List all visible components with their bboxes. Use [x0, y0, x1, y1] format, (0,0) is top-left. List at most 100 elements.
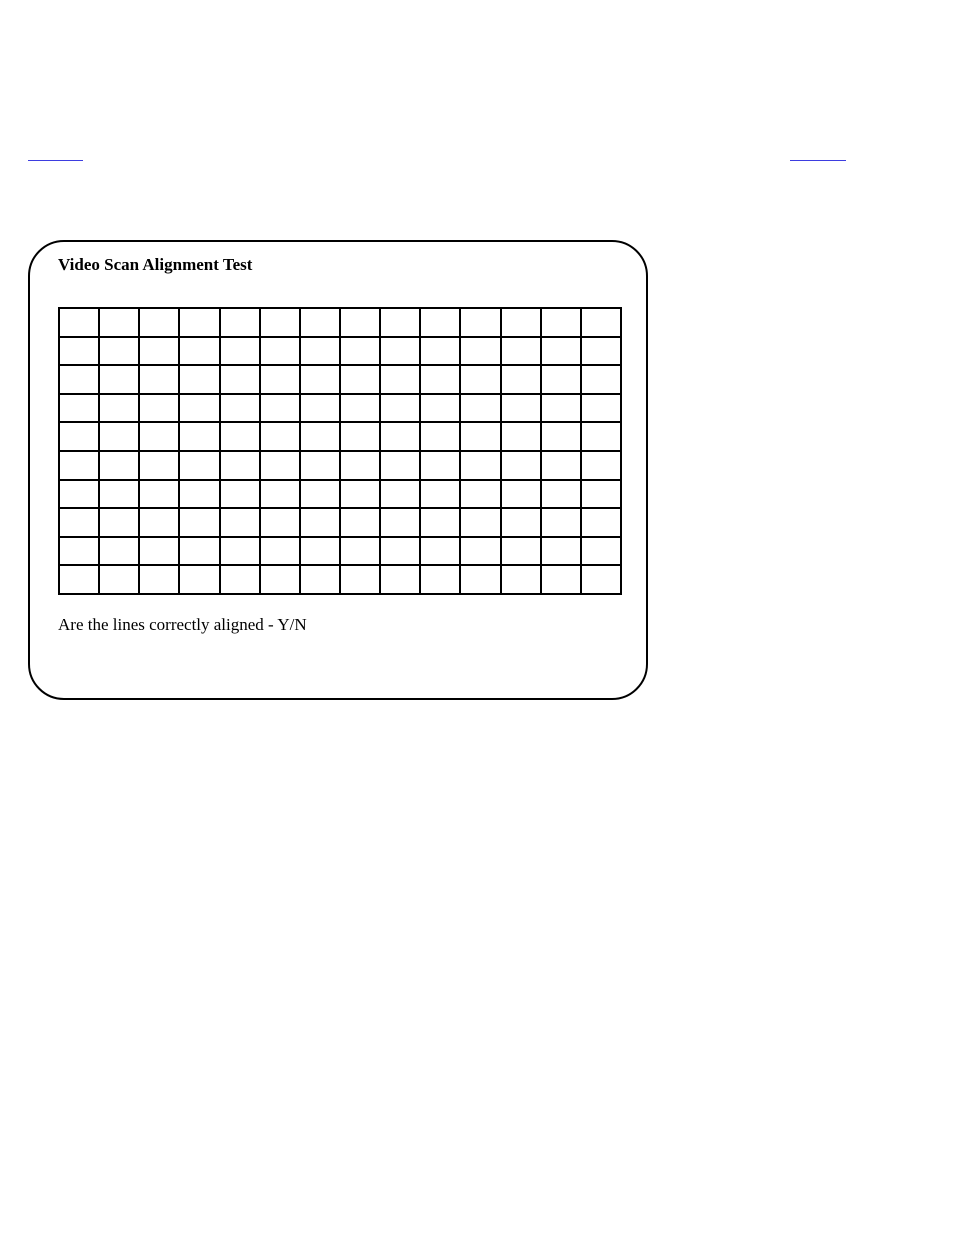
- grid-cell: [459, 538, 499, 565]
- grid-cell: [500, 452, 540, 479]
- grid-row: [60, 364, 620, 393]
- grid-cell: [60, 366, 98, 393]
- grid-cell: [138, 481, 178, 508]
- grid-row: [60, 336, 620, 365]
- grid-cell: [540, 481, 580, 508]
- grid-cell: [459, 423, 499, 450]
- grid-cell: [178, 481, 218, 508]
- grid-row: [60, 507, 620, 536]
- grid-cell: [299, 395, 339, 422]
- grid-cell: [259, 509, 299, 536]
- grid-cell: [178, 423, 218, 450]
- grid-cell: [580, 395, 620, 422]
- grid-cell: [299, 538, 339, 565]
- grid-cell: [259, 423, 299, 450]
- grid-cell: [178, 309, 218, 336]
- grid-cell: [580, 309, 620, 336]
- grid-cell: [60, 509, 98, 536]
- grid-cell: [98, 309, 138, 336]
- grid-cell: [259, 338, 299, 365]
- grid-cell: [459, 309, 499, 336]
- grid-cell: [299, 452, 339, 479]
- grid-cell: [459, 395, 499, 422]
- grid-cell: [500, 481, 540, 508]
- grid-cell: [339, 481, 379, 508]
- grid-cell: [219, 395, 259, 422]
- alignment-test-panel: Video Scan Alignment Test Are the lines …: [28, 240, 648, 700]
- grid-cell: [540, 366, 580, 393]
- grid-cell: [138, 566, 178, 593]
- grid-cell: [138, 395, 178, 422]
- grid-cell: [138, 338, 178, 365]
- grid-cell: [580, 566, 620, 593]
- grid-cell: [339, 566, 379, 593]
- grid-cell: [580, 452, 620, 479]
- top-left-link-underline[interactable]: [28, 160, 83, 161]
- grid-cell: [60, 452, 98, 479]
- grid-cell: [178, 538, 218, 565]
- grid-cell: [219, 338, 259, 365]
- grid-cell: [339, 538, 379, 565]
- grid-cell: [60, 309, 98, 336]
- grid-cell: [259, 566, 299, 593]
- grid-row: [60, 536, 620, 565]
- grid-cell: [98, 509, 138, 536]
- grid-cell: [379, 509, 419, 536]
- grid-cell: [379, 366, 419, 393]
- grid-cell: [299, 509, 339, 536]
- grid-row: [60, 450, 620, 479]
- grid-cell: [500, 566, 540, 593]
- grid-cell: [580, 509, 620, 536]
- top-right-link-underline[interactable]: [790, 160, 846, 161]
- grid-cell: [540, 566, 580, 593]
- grid-cell: [419, 366, 459, 393]
- grid-cell: [259, 395, 299, 422]
- grid-cell: [219, 481, 259, 508]
- grid-cell: [459, 509, 499, 536]
- grid-cell: [540, 338, 580, 365]
- grid-cell: [419, 481, 459, 508]
- grid-cell: [138, 309, 178, 336]
- grid-cell: [379, 395, 419, 422]
- grid-cell: [540, 452, 580, 479]
- grid-cell: [419, 509, 459, 536]
- grid-cell: [500, 509, 540, 536]
- grid-cell: [500, 423, 540, 450]
- grid-cell: [459, 366, 499, 393]
- grid-cell: [540, 423, 580, 450]
- grid-cell: [339, 338, 379, 365]
- grid-cell: [419, 538, 459, 565]
- grid-row: [60, 479, 620, 508]
- grid-cell: [299, 481, 339, 508]
- grid-cell: [138, 538, 178, 565]
- grid-cell: [60, 566, 98, 593]
- grid-cell: [580, 366, 620, 393]
- grid-cell: [219, 509, 259, 536]
- grid-cell: [98, 338, 138, 365]
- grid-row: [60, 393, 620, 422]
- grid-cell: [580, 481, 620, 508]
- grid-cell: [299, 366, 339, 393]
- grid-cell: [540, 309, 580, 336]
- grid-cell: [98, 423, 138, 450]
- grid-cell: [580, 338, 620, 365]
- grid-cell: [379, 538, 419, 565]
- grid-cell: [379, 338, 419, 365]
- grid-cell: [259, 452, 299, 479]
- grid-cell: [259, 309, 299, 336]
- grid-cell: [60, 338, 98, 365]
- grid-cell: [98, 481, 138, 508]
- grid-cell: [379, 481, 419, 508]
- grid-cell: [459, 566, 499, 593]
- grid-cell: [178, 338, 218, 365]
- grid-cell: [379, 452, 419, 479]
- grid-cell: [500, 395, 540, 422]
- grid-row: [60, 309, 620, 336]
- grid-cell: [339, 423, 379, 450]
- grid-cell: [60, 538, 98, 565]
- grid-cell: [138, 423, 178, 450]
- grid-cell: [339, 509, 379, 536]
- grid-cell: [178, 395, 218, 422]
- grid-cell: [419, 395, 459, 422]
- grid-cell: [379, 423, 419, 450]
